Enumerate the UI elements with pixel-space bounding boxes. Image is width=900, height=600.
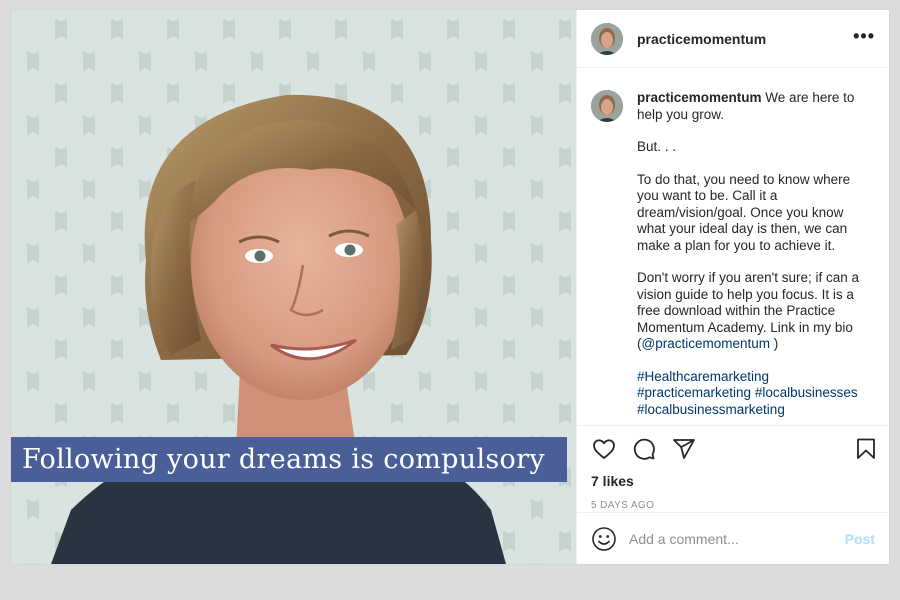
more-options-icon[interactable]: •••	[853, 27, 875, 47]
instagram-post: Following your dreams is compulsory prac…	[10, 9, 890, 565]
hashtag-link[interactable]: #practicemarketing	[637, 385, 751, 400]
caption-dream-paragraph: To do that, you need to know where you w…	[637, 171, 851, 253]
caption-guide-end: )	[770, 336, 779, 351]
comment-bubble-icon[interactable]	[631, 436, 657, 462]
hashtag-link[interactable]: #Healthcaremarketing	[637, 369, 769, 384]
hashtag-link[interactable]: #localbusinessmarketing	[637, 402, 785, 417]
caption-first-paragraph: practicemomentum We are here to help you…	[637, 90, 875, 123]
mention-link[interactable]: @practicemomentum	[642, 336, 771, 351]
hashtag-link[interactable]: #localbusinesses	[755, 385, 858, 400]
avatar-image	[591, 90, 623, 122]
action-icons	[591, 436, 879, 462]
post-timestamp[interactable]: 5 DAYS AGO	[591, 500, 879, 511]
post-side-panel: practicemomentum ••• practicemomentum We…	[576, 10, 889, 564]
caption-guide-paragraph: Don't worry if you aren't sure; if can a…	[637, 270, 875, 353]
hashtag-list: #Healthcaremarketing #practicemarketing …	[637, 369, 875, 419]
post-header: practicemomentum •••	[577, 10, 889, 68]
bookmark-icon[interactable]	[853, 436, 879, 462]
post-actions: 7 likes 5 DAYS AGO	[577, 425, 889, 511]
image-text-banner: Following your dreams is compulsory	[11, 437, 567, 482]
smiley-icon[interactable]	[591, 526, 617, 552]
header-username[interactable]: practicemomentum	[637, 31, 766, 47]
caption-but: But. . .	[637, 139, 677, 154]
heart-icon[interactable]	[591, 436, 617, 462]
caption-text: practicemomentum We are here to help you…	[637, 90, 875, 425]
caption-username[interactable]: practicemomentum	[637, 90, 762, 105]
avatar-image	[591, 22, 623, 55]
paper-plane-icon[interactable]	[671, 436, 697, 462]
caption-avatar[interactable]	[591, 90, 623, 122]
comment-input[interactable]	[629, 530, 837, 547]
avatar[interactable]	[591, 22, 623, 55]
caption-area: practicemomentum We are here to help you…	[577, 68, 889, 425]
like-count[interactable]: 7 likes	[591, 473, 879, 489]
image-overlay-text: Following your dreams is compulsory	[22, 444, 545, 475]
post-image[interactable]: Following your dreams is compulsory	[11, 10, 576, 564]
add-comment-bar: Post	[577, 512, 889, 564]
post-comment-button[interactable]: Post	[845, 531, 875, 547]
